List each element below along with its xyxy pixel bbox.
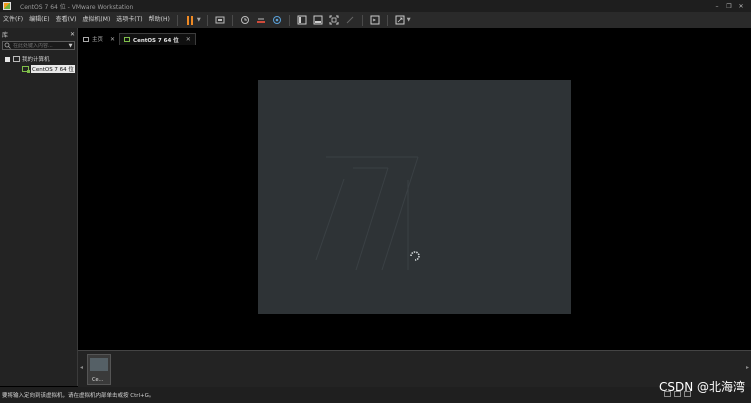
window-title: CentOS 7 64 位 - VMware Workstation xyxy=(20,3,134,11)
minimize-button[interactable]: – xyxy=(711,1,723,11)
toolbar-separator xyxy=(288,14,290,26)
toolbar-separator xyxy=(176,14,178,26)
search-icon xyxy=(4,42,11,49)
status-message: 要将输入定向到该虚拟机，请在虚拟机内部单击或按 Ctrl+G。 xyxy=(2,393,155,399)
close-icon[interactable]: ✕ xyxy=(186,36,191,43)
toolbar-separator xyxy=(386,14,388,26)
manage-snapshots-icon[interactable] xyxy=(271,14,283,26)
close-icon[interactable]: ✕ xyxy=(70,31,75,38)
tab-vm[interactable]: CentOS 7 64 位 ✕ xyxy=(119,33,196,45)
chevron-down-icon[interactable]: ▼ xyxy=(407,17,411,23)
window-controls: – ❐ ✕ xyxy=(711,1,747,11)
centos-boot-logo xyxy=(315,156,420,271)
library-title: 库 xyxy=(2,31,9,39)
tree-item-label: 我的计算机 xyxy=(22,57,50,63)
computer-icon xyxy=(13,56,20,62)
library-search-input[interactable] xyxy=(11,42,67,49)
menu-file[interactable]: 文件(F) xyxy=(0,12,26,28)
library-panel: 库 ✕ ▼ 我的计算机 CentOS 7 64 位 xyxy=(0,28,78,386)
library-tree: 我的计算机 CentOS 7 64 位 xyxy=(0,54,77,74)
home-icon xyxy=(83,36,89,42)
chevron-left-icon[interactable]: ◂ xyxy=(80,364,83,371)
menu-tabs[interactable]: 选项卡(T) xyxy=(113,12,145,28)
restore-button[interactable]: ❐ xyxy=(723,1,735,11)
close-button[interactable]: ✕ xyxy=(735,1,747,11)
thumbnail-view-icon[interactable] xyxy=(312,14,324,26)
vm-thumbnail[interactable]: Ce... xyxy=(87,354,111,385)
unity-icon[interactable] xyxy=(344,14,356,26)
send-keys-icon[interactable] xyxy=(214,14,226,26)
menu-bar: 文件(F) 编辑(E) 查看(V) 虚拟机(M) 选项卡(T) 帮助(H) ▼ … xyxy=(0,12,751,28)
vm-console[interactable] xyxy=(258,80,571,314)
revert-icon[interactable] xyxy=(255,14,267,26)
toolbar-separator xyxy=(206,14,208,26)
tree-item-vm[interactable]: CentOS 7 64 位 xyxy=(0,64,77,74)
menu-view[interactable]: 查看(V) xyxy=(53,12,80,28)
tab-label: CentOS 7 64 位 xyxy=(133,37,179,44)
snapshot-icon[interactable] xyxy=(239,14,251,26)
menu-edit[interactable]: 编辑(E) xyxy=(26,12,52,28)
tree-item-label: CentOS 7 64 位 xyxy=(31,65,75,73)
thumbnail-preview xyxy=(90,358,108,371)
chevron-down-icon[interactable]: ▼ xyxy=(67,43,74,49)
menu-vm[interactable]: 虚拟机(M) xyxy=(79,12,113,28)
toolbar-separator xyxy=(231,14,233,26)
tab-bar: 主页 ✕ CentOS 7 64 位 ✕ xyxy=(79,31,751,45)
chevron-right-icon[interactable]: ▸ xyxy=(746,364,749,371)
fullscreen-icon[interactable] xyxy=(328,14,340,26)
library-header: 库 ✕ xyxy=(0,28,77,40)
tab-label: 主页 xyxy=(92,37,104,43)
menu-help[interactable]: 帮助(H) xyxy=(146,12,173,28)
library-view-icon[interactable] xyxy=(296,14,308,26)
toolbar-separator xyxy=(361,14,363,26)
status-bar: 要将输入定向到该虚拟机，请在虚拟机内部单击或按 Ctrl+G。 xyxy=(0,387,751,403)
thumbnail-label: Ce... xyxy=(92,377,104,383)
tab-home[interactable]: 主页 ✕ xyxy=(79,33,119,45)
watermark: CSDN @北海湾 xyxy=(658,380,745,394)
close-icon[interactable]: ✕ xyxy=(110,36,115,43)
collapse-icon[interactable] xyxy=(5,56,10,62)
pause-icon[interactable] xyxy=(184,14,196,26)
app-icon xyxy=(3,2,11,10)
vm-icon xyxy=(22,66,30,73)
library-search: ▼ xyxy=(2,41,75,50)
tree-item-my-computer[interactable]: 我的计算机 xyxy=(0,54,77,64)
thumbnail-bar: ◂ Ce... ▸ xyxy=(78,350,751,387)
spinner-icon xyxy=(410,251,420,261)
stretch-icon[interactable] xyxy=(394,14,406,26)
title-bar: CentOS 7 64 位 - VMware Workstation – ❐ ✕ xyxy=(0,0,751,12)
vm-icon xyxy=(124,37,131,42)
chevron-down-icon[interactable]: ▼ xyxy=(197,17,201,23)
console-view-icon[interactable] xyxy=(369,14,381,26)
